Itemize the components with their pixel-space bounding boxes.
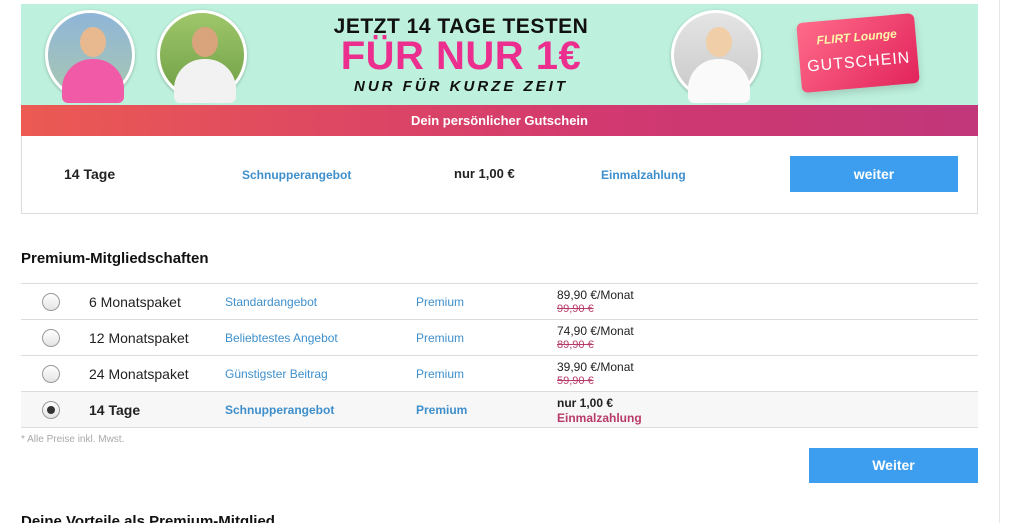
plan-row-6-months[interactable]: 6 Monatspaket Standardangebot Premium 89…: [21, 284, 978, 320]
model-photo: [157, 10, 247, 103]
continue-button[interactable]: Weiter: [809, 448, 978, 483]
plan-old-price: 59,90 €: [557, 375, 594, 387]
model-photo: [45, 10, 135, 103]
plan-list: 6 Monatspaket Standardangebot Premium 89…: [21, 283, 978, 428]
banner-price: FÜR NUR 1€: [340, 34, 582, 78]
plan-old-price: 99,90 €: [557, 303, 594, 315]
plan-name: 24 Monatspaket: [89, 366, 189, 382]
radio-dot-icon: [47, 406, 55, 414]
plan-price: 39,90 €/Monat: [557, 360, 634, 374]
plan-price: 89,90 €/Monat: [557, 288, 634, 302]
benefits-heading: Deine Vorteile als Premium-Mitglied: [21, 513, 275, 523]
plan-description: Günstigster Beitrag: [225, 367, 328, 381]
tax-footnote: * Alle Preise inkl. Mwst.: [21, 434, 125, 445]
plan-tier: Premium: [416, 331, 465, 345]
plan-description: Standardangebot: [225, 295, 318, 309]
radio-button[interactable]: [42, 329, 60, 347]
offer-label: Schnupperangebot: [242, 168, 352, 182]
plan-description: Beliebtestes Angebot: [225, 331, 338, 345]
plan-payment-note: Einmalzahlung: [557, 411, 642, 425]
plan-tier: Premium: [416, 403, 468, 417]
plan-description: Schnupperangebot: [225, 403, 335, 417]
voucher-offer-box: 14 Tage Schnupperangebot nur 1,00 € Einm…: [21, 136, 978, 214]
plan-name: 12 Monatspaket: [89, 330, 189, 346]
plan-price: 74,90 €/Monat: [557, 324, 634, 338]
banner-subline: NUR FÜR KURZE ZEIT: [354, 78, 568, 95]
plan-row-12-months[interactable]: 12 Monatspaket Beliebtestes Angebot Prem…: [21, 320, 978, 356]
plan-old-price: 89,90 €: [557, 339, 594, 351]
radio-button[interactable]: [42, 293, 60, 311]
gift-label: GUTSCHEIN: [806, 49, 911, 76]
page: JETZT 14 TAGE TESTEN FÜR NUR 1€ NUR FÜR …: [0, 0, 1024, 523]
voucher-title-bar: Dein persönlicher Gutschein: [21, 105, 978, 136]
radio-button[interactable]: [42, 365, 60, 383]
voucher-continue-button[interactable]: weiter: [790, 156, 958, 192]
plan-row-24-months[interactable]: 24 Monatspaket Günstigster Beitrag Premi…: [21, 356, 978, 392]
plan-row-14-days[interactable]: 14 Tage Schnupperangebot Premium nur 1,0…: [21, 392, 978, 428]
gift-voucher-card: FLIRT Lounge GUTSCHEIN: [796, 12, 920, 94]
plan-tier: Premium: [416, 367, 465, 381]
offer-payment-type: Einmalzahlung: [601, 168, 686, 182]
offer-price: nur 1,00 €: [454, 166, 515, 181]
plan-price: nur 1,00 €: [557, 396, 614, 410]
plan-name: 14 Tage: [89, 402, 141, 418]
radio-button-selected[interactable]: [42, 401, 60, 419]
plan-name: 6 Monatspaket: [89, 294, 181, 310]
model-photo: [671, 10, 761, 103]
right-divider: [999, 0, 1000, 523]
offer-duration: 14 Tage: [64, 166, 116, 182]
premium-section-title: Premium-Mitgliedschaften: [21, 250, 209, 267]
promo-banner[interactable]: JETZT 14 TAGE TESTEN FÜR NUR 1€ NUR FÜR …: [21, 4, 978, 105]
plan-tier: Premium: [416, 295, 465, 309]
gift-brand-logo: FLIRT Lounge: [815, 26, 898, 48]
